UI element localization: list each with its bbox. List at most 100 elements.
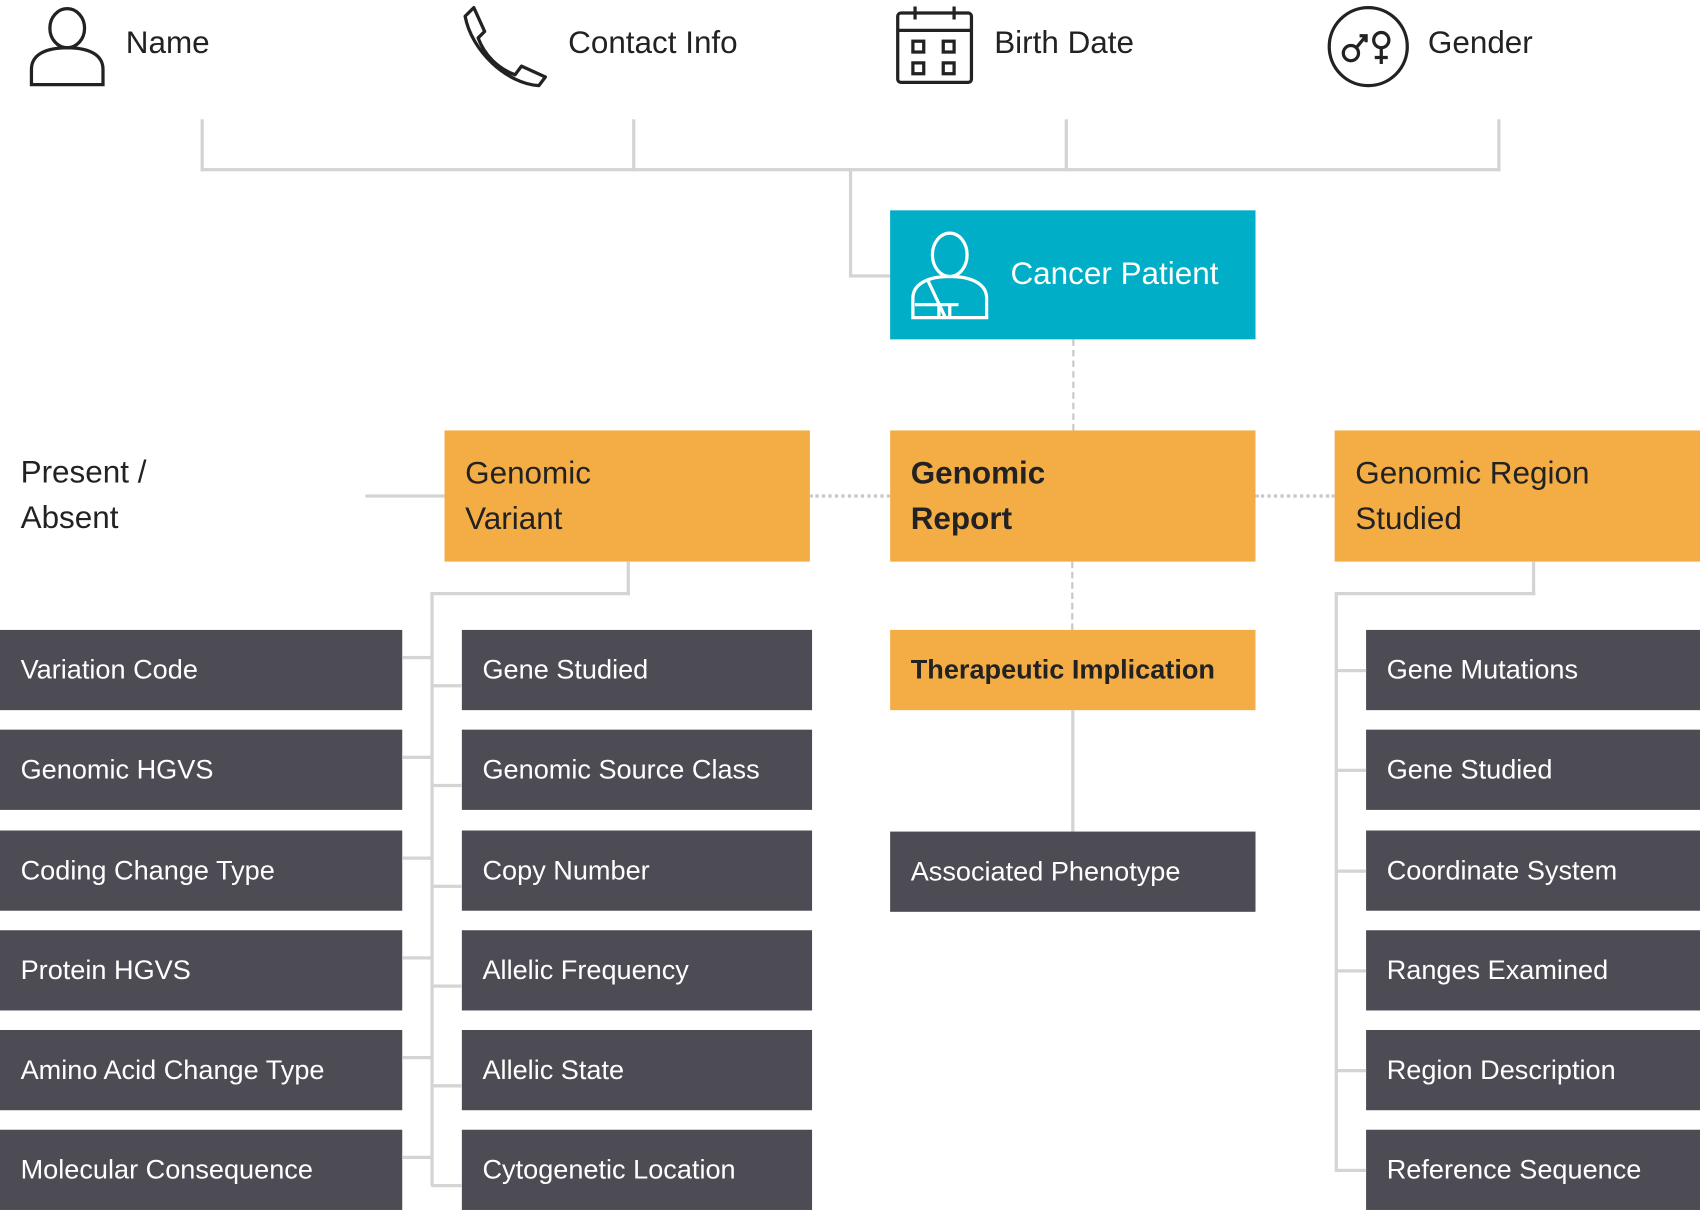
region-attribute-label: Region Description	[1386, 1054, 1616, 1085]
region-attribute-label: Coordinate System	[1386, 854, 1618, 886]
therapeutic-implication-node: Therapeutic Implication	[890, 629, 1256, 711]
patient-icon	[911, 231, 989, 320]
connector	[1334, 591, 1536, 596]
connector	[431, 1084, 462, 1088]
variant-attribute: Allelic State	[461, 1029, 813, 1111]
connector	[626, 561, 630, 596]
connector	[402, 956, 432, 960]
variant-attribute: Cytogenetic Location	[461, 1129, 813, 1210]
region-attribute-label: Ranges Examined	[1386, 954, 1609, 985]
connector	[1335, 869, 1367, 873]
variant-attribute: Copy Number	[461, 830, 813, 911]
genomic-report-line1: Genomic	[910, 455, 1046, 491]
attribute-contact-info: Contact Info	[568, 26, 738, 61]
genomic-variant-node: Genomic Variant	[444, 430, 810, 562]
genomic-report-node: Genomic Report	[890, 430, 1256, 562]
connector	[1497, 119, 1501, 172]
region-attribute: Ranges Examined	[1366, 930, 1700, 1011]
variant-attribute-label: Genomic Source Class	[482, 754, 760, 785]
variant-attribute: Gene Studied	[461, 629, 813, 711]
connector	[365, 494, 445, 498]
attribute-name: Name	[125, 26, 210, 61]
connector	[431, 1183, 462, 1188]
variant-attribute: Variation Code	[0, 629, 403, 711]
region-attribute-label: Gene Studied	[1386, 754, 1553, 785]
dotted-connector	[809, 494, 891, 498]
region-attribute: Reference Sequence	[1366, 1129, 1700, 1210]
region-attribute: Coordinate System	[1366, 830, 1700, 911]
dotted-connector	[1255, 494, 1335, 498]
connector	[402, 655, 432, 660]
diagram: Name Contact Info Birth Date Gender Canc…	[0, 0, 1700, 1210]
region-attribute: Region Description	[1366, 1029, 1700, 1111]
variant-attribute-label: Molecular Consequence	[20, 1154, 313, 1185]
connector	[431, 984, 462, 988]
connector	[1334, 591, 1338, 1173]
associated-phenotype-node: Associated Phenotype	[890, 831, 1256, 912]
cancer-patient-label: Cancer Patient	[1010, 256, 1219, 292]
genomic-variant-line1: Genomic	[465, 455, 591, 491]
connector	[632, 119, 636, 172]
connector	[1335, 768, 1367, 772]
connector	[1531, 561, 1536, 596]
region-attribute: Gene Mutations	[1366, 629, 1700, 711]
present-absent-label: Present / Absent	[21, 450, 147, 541]
dotted-connector	[1072, 339, 1075, 431]
connector	[402, 1056, 432, 1060]
attribute-birth-date: Birth Date	[994, 26, 1135, 61]
connector	[402, 1155, 432, 1160]
variant-attribute: Allelic Frequency	[461, 930, 813, 1011]
person-icon	[29, 7, 105, 87]
genomic-variant-line2: Variant	[465, 501, 563, 537]
present-absent-line2: Absent	[20, 500, 119, 536]
variant-attribute: Protein HGVS	[0, 930, 403, 1011]
gender-icon	[1327, 5, 1409, 88]
variant-attribute-label: Amino Acid Change Type	[20, 1054, 325, 1085]
attribute-gender: Gender	[1427, 26, 1533, 61]
cancer-patient-node: Cancer Patient	[890, 210, 1256, 340]
variant-attribute-label: Cytogenetic Location	[482, 1154, 736, 1185]
connector	[848, 168, 853, 277]
variant-attribute-label: Allelic State	[482, 1054, 625, 1085]
connector	[848, 274, 891, 278]
variant-attribute-label: Allelic Frequency	[482, 954, 689, 985]
phone-icon	[463, 5, 547, 88]
connector	[1335, 1168, 1367, 1173]
present-absent-line1: Present /	[20, 455, 147, 491]
connector	[431, 884, 462, 888]
connector	[200, 119, 204, 172]
genomic-report-line2: Report	[910, 501, 1013, 537]
connector	[430, 591, 630, 596]
variant-attribute-label: Gene Studied	[482, 654, 649, 685]
region-attribute-label: Reference Sequence	[1386, 1154, 1642, 1185]
variant-attribute: Amino Acid Change Type	[0, 1029, 403, 1111]
variant-attribute: Molecular Consequence	[0, 1129, 403, 1210]
variant-attribute: Coding Change Type	[0, 830, 403, 911]
connector	[1335, 1069, 1367, 1073]
variant-attribute-label: Variation Code	[20, 654, 198, 685]
genomic-region-node: Genomic Region Studied	[1334, 430, 1700, 562]
genomic-region-line2: Studied	[1355, 501, 1462, 537]
therapeutic-implication-label: Therapeutic Implication	[910, 654, 1215, 685]
connector	[1335, 668, 1367, 673]
region-attribute: Gene Studied	[1366, 729, 1700, 810]
variant-attribute: Genomic Source Class	[461, 729, 813, 810]
connector	[431, 783, 462, 788]
variant-attribute: Genomic HGVS	[0, 729, 403, 810]
connector	[1071, 710, 1075, 832]
genomic-region-line1: Genomic Region	[1355, 455, 1590, 491]
associated-phenotype-label: Associated Phenotype	[910, 855, 1181, 887]
connector	[431, 684, 462, 688]
variant-attribute-label: Genomic HGVS	[20, 754, 214, 785]
dotted-connector	[1071, 561, 1074, 630]
region-attribute-label: Gene Mutations	[1386, 654, 1579, 685]
connector	[402, 755, 432, 759]
connector	[1064, 119, 1068, 172]
calendar-icon	[896, 6, 974, 85]
variant-attribute-label: Coding Change Type	[20, 854, 275, 886]
connector	[430, 591, 434, 1187]
connector	[1335, 969, 1367, 973]
variant-attribute-label: Protein HGVS	[20, 954, 191, 985]
connector	[402, 856, 432, 860]
variant-attribute-label: Copy Number	[482, 854, 650, 886]
